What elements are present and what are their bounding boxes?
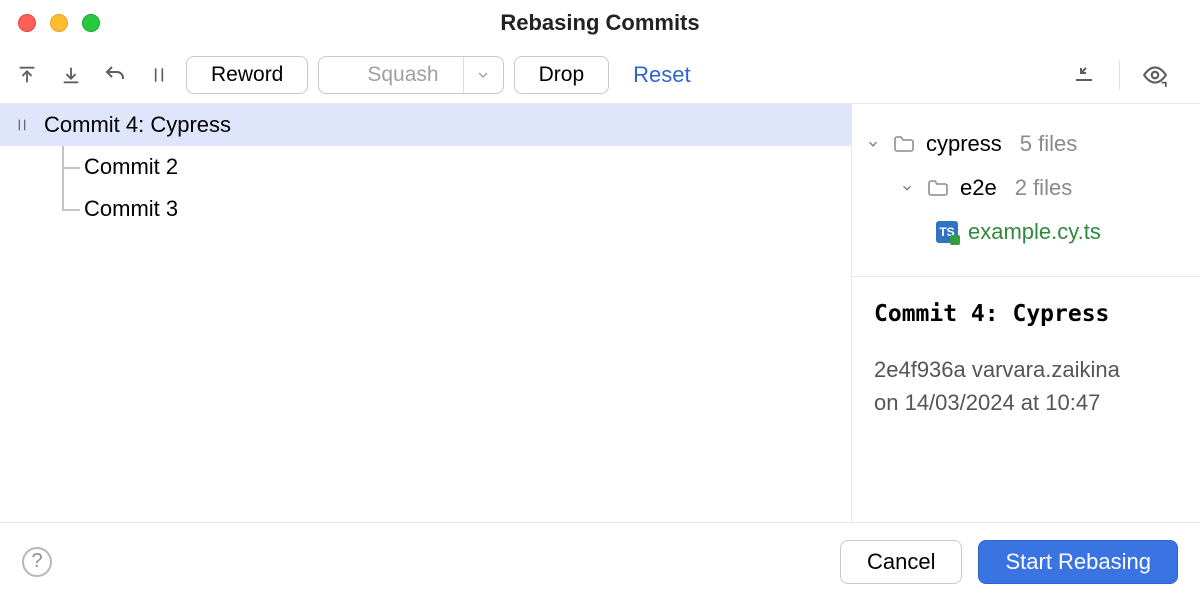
commit-row[interactable]: Commit 3 — [0, 188, 851, 230]
commit-details: Commit 4: Cypress 2e4f936a varvara.zaiki… — [852, 277, 1200, 443]
folder-name: e2e — [960, 175, 997, 201]
pause-icon[interactable] — [142, 58, 176, 92]
toolbar: Reword Squash Drop Reset — [0, 46, 1200, 104]
commit-label: Commit 2 — [84, 154, 851, 180]
file-count: 5 files — [1020, 131, 1077, 157]
window-controls — [18, 14, 100, 32]
commit-row[interactable]: Commit 2 — [0, 146, 851, 188]
commit-datetime: on 14/03/2024 at 10:47 — [874, 386, 1178, 419]
commit-label: Commit 4: Cypress — [44, 112, 851, 138]
folder-row[interactable]: cypress 5 files — [864, 122, 1182, 166]
commit-title: Commit 4: Cypress — [874, 301, 1178, 327]
folder-name: cypress — [926, 131, 1002, 157]
file-count: 2 files — [1015, 175, 1072, 201]
commit-label: Commit 3 — [84, 196, 851, 222]
rebase-dialog: Rebasing Commits Reword Squash Drop Rese… — [0, 0, 1200, 600]
details-panel: cypress 5 files e2e 2 files TS example.c… — [852, 104, 1200, 522]
file-row[interactable]: TS example.cy.ts — [864, 210, 1182, 254]
zoom-window-button[interactable] — [82, 14, 100, 32]
body: Commit 4: Cypress Commit 2 Commit 3 — [0, 104, 1200, 522]
file-name: example.cy.ts — [968, 219, 1101, 245]
collapse-icon[interactable] — [1067, 58, 1101, 92]
start-rebasing-button[interactable]: Start Rebasing — [978, 540, 1178, 584]
help-icon[interactable]: ? — [22, 547, 52, 577]
pause-marker-icon — [0, 117, 44, 133]
drop-button[interactable]: Drop — [514, 56, 610, 94]
minimize-window-button[interactable] — [50, 14, 68, 32]
footer: ? Cancel Start Rebasing — [0, 522, 1200, 600]
right-tools — [1067, 58, 1190, 92]
cancel-button[interactable]: Cancel — [840, 540, 962, 584]
footer-buttons: Cancel Start Rebasing — [840, 540, 1178, 584]
chevron-down-icon — [898, 181, 916, 195]
commit-row[interactable]: Commit 4: Cypress — [0, 104, 851, 146]
move-down-icon[interactable] — [54, 58, 88, 92]
folder-icon — [926, 176, 950, 200]
move-up-icon[interactable] — [10, 58, 44, 92]
separator — [1119, 60, 1120, 90]
tree-connector — [44, 146, 84, 188]
reword-button[interactable]: Reword — [186, 56, 308, 94]
undo-icon[interactable] — [98, 58, 132, 92]
window-title: Rebasing Commits — [500, 10, 699, 36]
folder-icon — [892, 132, 916, 156]
file-tree: cypress 5 files e2e 2 files TS example.c… — [852, 104, 1200, 277]
chevron-down-icon — [864, 137, 882, 151]
titlebar: Rebasing Commits — [0, 0, 1200, 46]
reset-link[interactable]: Reset — [633, 62, 690, 88]
folder-row[interactable]: e2e 2 files — [864, 166, 1182, 210]
typescript-file-icon: TS — [936, 221, 958, 243]
tree-connector — [44, 188, 84, 230]
preview-icon[interactable] — [1138, 58, 1172, 92]
commit-hash-author: 2e4f936a varvara.zaikina — [874, 353, 1178, 386]
squash-label: Squash — [343, 63, 462, 87]
close-window-button[interactable] — [18, 14, 36, 32]
commits-panel: Commit 4: Cypress Commit 2 Commit 3 — [0, 104, 852, 522]
chevron-down-icon[interactable] — [463, 57, 503, 93]
squash-button[interactable]: Squash — [318, 56, 503, 94]
